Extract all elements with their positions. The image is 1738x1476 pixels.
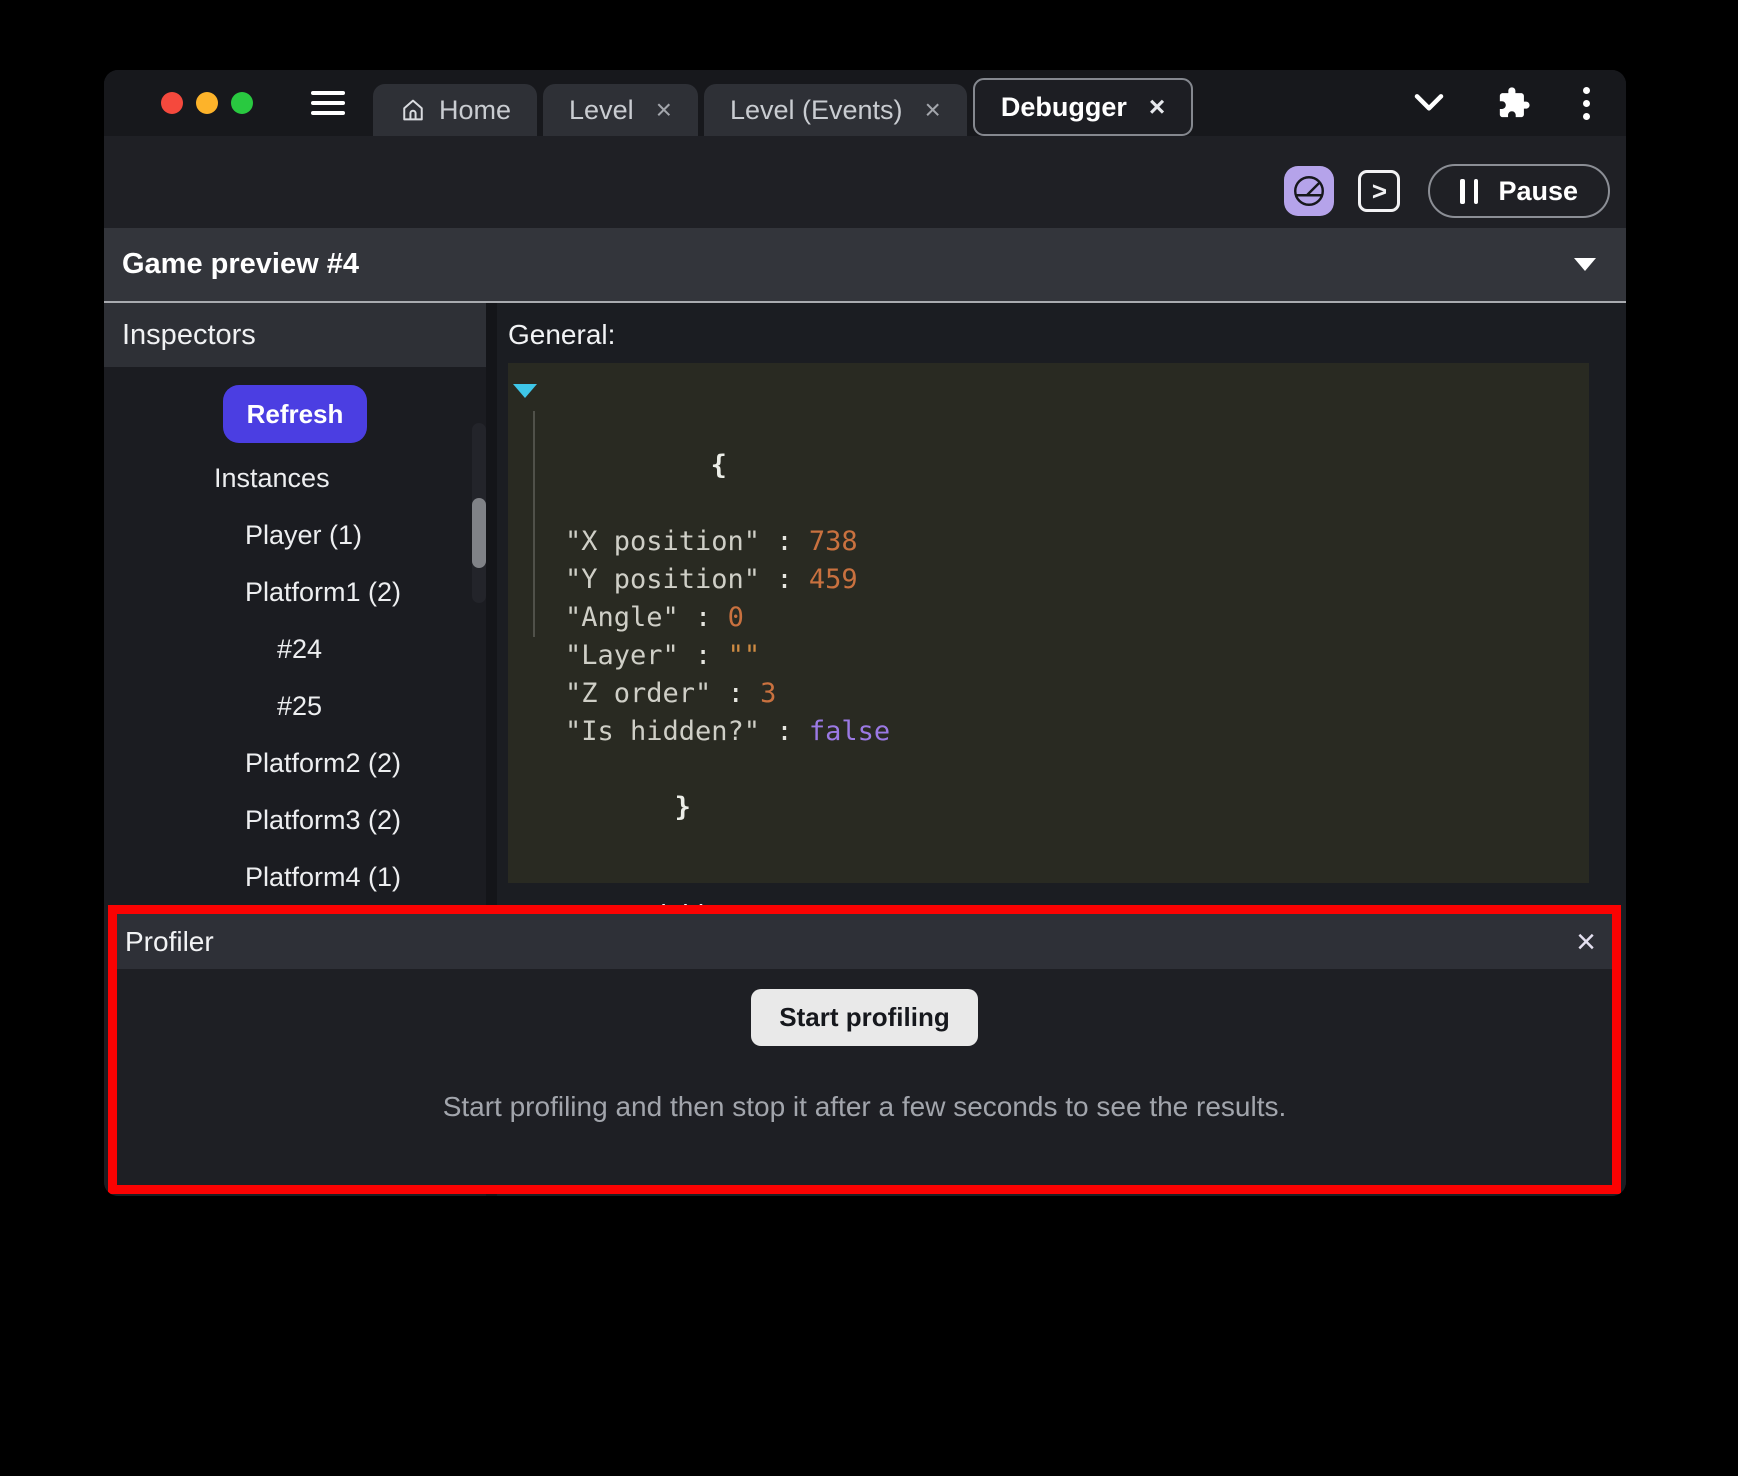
game-preview-selector[interactable]: Game preview #4: [104, 228, 1626, 303]
sidebar-scrollbar-thumb[interactable]: [472, 498, 486, 568]
profiler-header: Profiler ×: [117, 914, 1612, 969]
pause-icon: [1460, 179, 1478, 204]
tree-item-instances[interactable]: Instances: [104, 450, 486, 507]
sidebar-title: Inspectors: [122, 319, 256, 352]
main-menu-icon[interactable]: [311, 91, 345, 115]
pause-label: Pause: [1498, 176, 1578, 207]
minimize-window-button[interactable]: [196, 92, 218, 114]
tree-item-platform3[interactable]: Platform3 (2): [104, 792, 486, 849]
general-properties-editor[interactable]: { "X position" : 738 "Y position" : 459 …: [508, 363, 1589, 883]
close-icon[interactable]: ×: [925, 96, 941, 124]
profiler-gauge-button[interactable]: [1284, 166, 1334, 216]
close-window-button[interactable]: [161, 92, 183, 114]
sidebar-header: Inspectors: [104, 303, 486, 367]
tab-label: Level (Events): [730, 95, 903, 126]
json-line-y-position[interactable]: "Y position" : 459: [508, 561, 1589, 599]
pause-button[interactable]: Pause: [1428, 164, 1610, 218]
tab-debugger[interactable]: Debugger ×: [973, 78, 1193, 136]
more-options-icon[interactable]: [1583, 87, 1590, 120]
profiler-panel: Profiler × Start profiling Start profili…: [108, 905, 1621, 1194]
json-line-is-hidden[interactable]: "Is hidden?" : false: [508, 713, 1589, 751]
terminal-chevron-icon: >: [1372, 176, 1387, 207]
tree-item-platform4[interactable]: Platform4 (1): [104, 849, 486, 906]
json-line-x-position[interactable]: "X position" : 738: [508, 523, 1589, 561]
close-icon[interactable]: ×: [656, 96, 672, 124]
tab-home[interactable]: Home: [373, 84, 537, 136]
maximize-window-button[interactable]: [231, 92, 253, 114]
tree-item-25[interactable]: #25: [104, 678, 486, 735]
app-window: Home Level × Level (Events) × Debugger ×: [104, 70, 1626, 1196]
tree-item-platform2[interactable]: Platform2 (2): [104, 735, 486, 792]
tab-level-events[interactable]: Level (Events) ×: [704, 84, 967, 136]
profiler-description: Start profiling and then stop it after a…: [443, 1091, 1287, 1123]
traffic-lights: [161, 92, 253, 114]
tab-label: Debugger: [1001, 92, 1127, 123]
json-line-layer[interactable]: "Layer" : "": [508, 637, 1589, 675]
gauge-icon: [1291, 173, 1327, 209]
titlebar: Home Level × Level (Events) × Debugger ×: [104, 70, 1626, 136]
tab-label: Home: [439, 95, 511, 126]
chevron-down-icon[interactable]: [1413, 92, 1445, 114]
start-profiling-button[interactable]: Start profiling: [751, 989, 977, 1046]
profiler-body: Start profiling Start profiling and then…: [117, 969, 1612, 1123]
json-open-line: {: [508, 371, 1589, 523]
titlebar-actions: [1413, 86, 1590, 120]
refresh-button[interactable]: Refresh: [223, 385, 368, 443]
close-icon[interactable]: ×: [1149, 93, 1165, 121]
profiler-title: Profiler: [125, 926, 214, 958]
tree-item-player[interactable]: Player (1): [104, 507, 486, 564]
json-close-line: }: [508, 751, 1589, 865]
instances-tree: Instances Player (1) Platform1 (2) #24 #…: [104, 450, 486, 906]
tree-item-24[interactable]: #24: [104, 621, 486, 678]
tab-bar: Home Level × Level (Events) × Debugger ×: [373, 70, 1193, 136]
close-icon[interactable]: ×: [1576, 925, 1596, 959]
json-line-angle[interactable]: "Angle" : 0: [508, 599, 1589, 637]
console-button[interactable]: >: [1358, 170, 1400, 212]
collapse-arrow-icon[interactable]: [513, 384, 537, 398]
game-preview-label: Game preview #4: [122, 248, 359, 281]
general-section-label: General:: [508, 315, 1626, 355]
tab-level[interactable]: Level ×: [543, 84, 698, 136]
tab-label: Level: [569, 95, 634, 126]
home-icon: [399, 96, 427, 124]
dropdown-arrow-icon: [1574, 258, 1596, 271]
json-line-z-order[interactable]: "Z order" : 3: [508, 675, 1589, 713]
extensions-puzzle-icon[interactable]: [1497, 86, 1531, 120]
tree-item-platform1[interactable]: Platform1 (2): [104, 564, 486, 621]
